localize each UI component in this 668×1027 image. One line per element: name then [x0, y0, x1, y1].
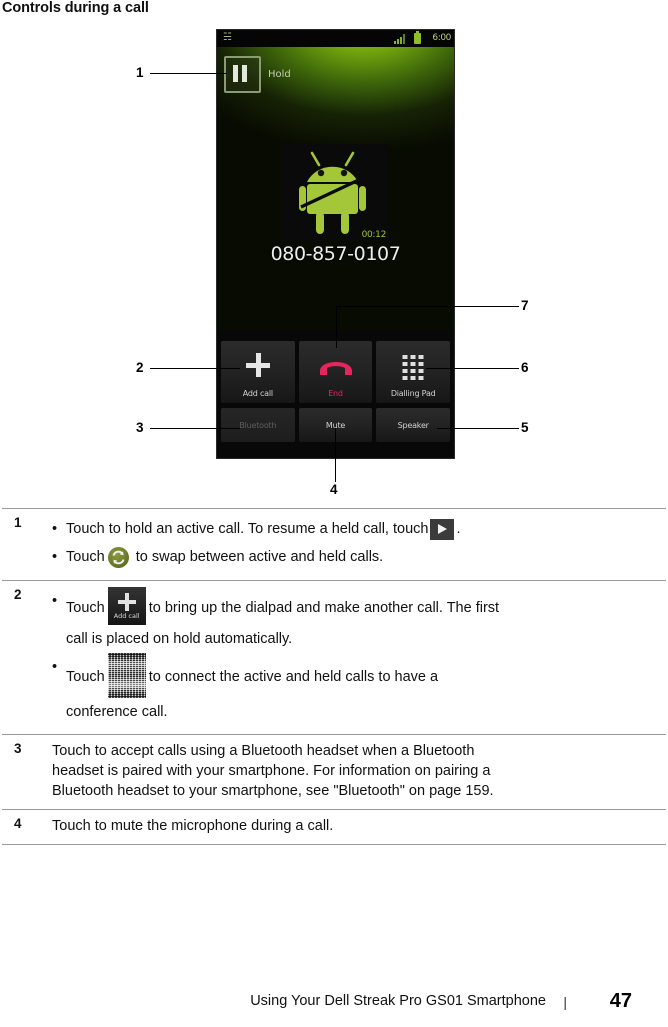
bullet-text-tail: to bring up the dialpad and make another…	[148, 599, 500, 616]
bullet-item: Touch to hold an active call. To resume …	[52, 515, 664, 544]
footer-separator: |	[563, 994, 567, 1010]
bullet-text-tail: .	[456, 521, 461, 537]
row-content: Touch to accept calls using a Bluetooth …	[50, 734, 666, 811]
in-call-screen: Hold 00:12 080-857-0107 Add call End Dia…	[217, 47, 454, 458]
callout-number-7: 7	[521, 298, 529, 313]
callout-number-1: 1	[136, 65, 144, 80]
bluetooth-label: Bluetooth	[239, 420, 277, 430]
phone-screenshot: ☵ 6:00 Hold 00:12 080-857-0107 Add call …	[217, 30, 454, 458]
swap-calls-icon	[107, 546, 129, 568]
row-text-line: Touch to mute the microphone during a ca…	[52, 818, 334, 835]
row-index: 4	[2, 809, 50, 846]
bullet-text: Touch	[66, 599, 105, 616]
add-call-button-icon: Add call	[107, 586, 146, 625]
table-row: 4 Touch to mute the microphone during a …	[2, 809, 666, 846]
end-call-button[interactable]: End	[298, 341, 373, 403]
bullet-continuation: conference call.	[66, 703, 168, 720]
call-timer: 00:12	[361, 230, 387, 240]
row-content: Touch to hold an active call. To resume …	[50, 508, 666, 581]
row-index: 1	[2, 508, 50, 581]
android-robot-icon	[298, 151, 366, 234]
add-call-label: Add call	[242, 389, 273, 398]
keypad-icon	[402, 355, 424, 380]
row-text-line: Bluetooth headset to your smartphone, se…	[52, 783, 494, 800]
page-footer: Using Your Dell Streak Pro GS01 Smartpho…	[0, 987, 668, 1013]
figure-controls-during-call: ☵ 6:00 Hold 00:12 080-857-0107 Add call …	[0, 24, 668, 502]
speaker-button[interactable]: Speaker	[376, 408, 451, 442]
dialling-pad-label: Dialling Pad	[390, 389, 436, 398]
caller-number: 080-857-0107	[270, 243, 401, 265]
pause-icon[interactable]	[224, 56, 261, 93]
callout-number-2: 2	[136, 360, 144, 375]
end-call-handset-icon	[319, 362, 352, 375]
hold-control[interactable]: Hold	[224, 56, 291, 93]
leader-line-1	[150, 73, 227, 74]
bullet-continuation: call is placed on hold automatically.	[66, 630, 293, 647]
signal-bars-icon	[394, 34, 407, 44]
status-bar: ☵ 6:00	[217, 30, 454, 47]
bluetooth-button[interactable]: Bluetooth	[221, 408, 295, 442]
play-button-icon	[430, 518, 455, 540]
table-row: 2 Touch Add call to bring up the dialpad a…	[2, 579, 666, 736]
callout-number-3: 3	[136, 420, 144, 435]
table-row: 1 Touch to hold an active call. To resum…	[2, 508, 666, 581]
footer-title: Using Your Dell Streak Pro GS01 Smartpho…	[250, 993, 546, 1009]
status-clock: 6:00	[432, 33, 451, 43]
caller-avatar: 00:12	[281, 144, 388, 241]
leader-line-2	[150, 368, 240, 369]
bullet-text: Touch	[66, 668, 105, 685]
callout-legend-table: 1 Touch to hold an active call. To resum…	[2, 508, 666, 846]
plus-icon	[245, 353, 270, 377]
bullet-text-tail: to swap between active and held calls.	[135, 549, 384, 566]
callout-number-6: 6	[521, 360, 529, 375]
row-index: 3	[2, 734, 50, 811]
leader-line-4	[335, 428, 336, 482]
bullet-text: Touch	[66, 549, 105, 566]
battery-icon	[414, 31, 421, 44]
row-content: Touch to mute the microphone during a ca…	[50, 809, 666, 846]
usb-icon: ☵	[223, 32, 232, 43]
hold-label: Hold	[268, 69, 291, 80]
bullet-text-tail: to connect the active and held calls to …	[148, 668, 439, 685]
leader-line-5	[437, 428, 519, 429]
bullet-item: Touch to swap between active and held ca…	[52, 543, 664, 572]
callout-number-5: 5	[521, 420, 529, 435]
bullet-text: Touch to hold an active call. To resume …	[66, 521, 429, 537]
row-index: 2	[2, 579, 50, 736]
bullet-item: Touch to connect the active and held call…	[52, 652, 664, 698]
page-title: Controls during a call	[2, 0, 149, 16]
add-call-icon-label: Add call	[113, 611, 140, 620]
leader-line-6	[426, 368, 519, 369]
speaker-label: Speaker	[397, 420, 429, 430]
bullet-item: Touch Add call to bring up the dialpad and…	[52, 586, 664, 625]
leader-line-7-horizontal	[336, 306, 519, 307]
end-call-label: End	[328, 389, 343, 398]
row-text-line: headset is paired with your smartphone. …	[52, 763, 491, 780]
row-text-line: Touch to accept calls using a Bluetooth …	[52, 743, 475, 760]
leader-line-7-vertical	[336, 306, 337, 348]
leader-line-3	[150, 428, 240, 429]
page-number: 47	[609, 990, 632, 1012]
table-row: 3 Touch to accept calls using a Bluetoot…	[2, 734, 666, 811]
callout-number-4: 4	[330, 482, 338, 497]
merge-calls-button-icon	[107, 652, 146, 698]
add-call-button[interactable]: Add call	[221, 341, 295, 403]
row-content: Touch Add call to bring up the dialpad and…	[50, 579, 666, 736]
dialling-pad-button[interactable]: Dialling Pad	[376, 341, 451, 403]
